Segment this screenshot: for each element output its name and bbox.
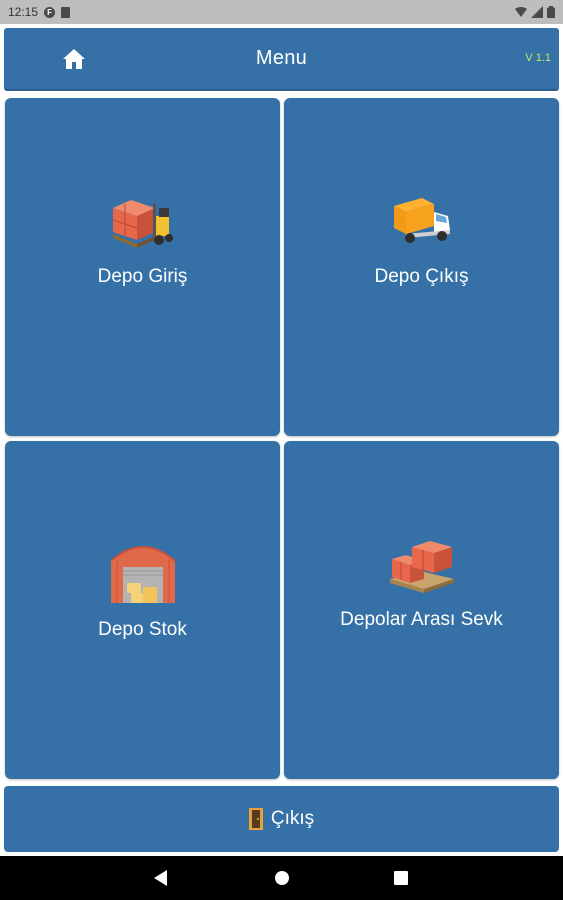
tile-label: Depolar Arası Sevk — [340, 609, 503, 630]
sd-card-icon — [61, 6, 71, 18]
exit-button[interactable]: Çıkış — [4, 786, 559, 852]
tile-depo-stok[interactable]: Depo Stok — [5, 441, 280, 779]
recents-icon[interactable] — [394, 870, 408, 886]
home-button[interactable] — [59, 46, 89, 72]
home-circle-icon[interactable] — [274, 870, 290, 886]
status-time: 12:15 — [8, 5, 39, 19]
exit-label: Çıkış — [270, 808, 315, 829]
warehouse-icon — [109, 546, 176, 603]
pallet-boxes-icon — [389, 541, 454, 593]
system-nav-bar — [0, 856, 563, 900]
battery-icon — [547, 6, 555, 18]
home-icon — [63, 49, 85, 69]
tile-depolar-arasi-sevk[interactable]: Depolar Arası Sevk — [284, 441, 559, 779]
back-icon[interactable] — [154, 870, 168, 886]
f-app-icon: F — [44, 6, 56, 18]
wifi-icon — [515, 7, 527, 17]
truck-icon — [393, 198, 450, 243]
tile-label: Depo Çıkış — [374, 266, 469, 287]
page-title: Menu — [255, 47, 308, 69]
app-header: Menu V 1.1 — [4, 28, 559, 91]
tile-label: Depo Giriş — [97, 266, 188, 287]
tile-depo-giris[interactable]: Depo Giriş — [5, 98, 280, 436]
tile-label: Depo Stok — [98, 619, 187, 640]
status-bar: 12:15 F — [0, 0, 563, 24]
version-label: V 1.1 — [525, 52, 551, 64]
forklift-icon — [112, 200, 173, 248]
signal-icon — [531, 6, 543, 18]
door-exit-icon — [248, 808, 263, 830]
tile-depo-cikis[interactable]: Depo Çıkış — [284, 98, 559, 436]
